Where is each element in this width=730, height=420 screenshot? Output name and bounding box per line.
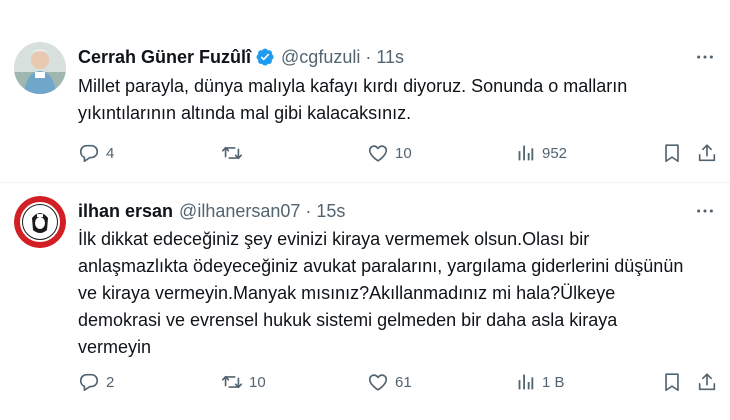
share-icon [698,144,716,162]
tweet-actions: 2 10 61 1 B [78,370,718,394]
more-icon[interactable] [694,46,716,68]
tweet-text-line: Millet parayla, dünya malıyla kafayı kır… [78,76,628,96]
author-handle[interactable]: @ilhanersan07 [179,201,300,222]
reply-icon [79,144,99,163]
timestamp[interactable]: 11s [376,47,404,68]
like-count: 61 [395,373,412,391]
bookmark-button[interactable] [661,141,683,165]
views-button[interactable]: 1 B [514,370,565,394]
avatar-image [14,196,66,248]
reply-icon [79,373,99,392]
reply-count: 2 [106,373,115,391]
bookmark-icon [665,373,679,392]
views-icon [518,145,534,161]
avatar[interactable] [14,42,66,94]
separator-dot: · [365,46,372,67]
tweet-text-line: demokrasi ve evrensel hukuk sistemi gelm… [78,310,618,330]
reply-button[interactable]: 2 [78,370,114,394]
tweet-text-line: anlaşmazlıkta ödeyeceğiniz avukat parala… [78,256,684,276]
like-count: 10 [395,144,412,162]
bookmark-icon [665,144,679,163]
views-count: 1 B [542,373,565,391]
tweet-text-line: yıkıntılarının altında mal gibi kalacaks… [78,103,412,123]
share-icon [698,373,716,391]
tweet-text: İlk dikkat edeceğiniz şey evinizi kiraya… [78,226,718,361]
retweet-button[interactable] [221,141,249,165]
tweet-header: Cerrah Güner Fuzûlî @cgfuzuli · 11s [78,44,404,70]
retweet-icon [222,146,242,160]
like-icon [368,145,388,162]
tweet-text: Millet parayla, dünya malıyla kafayı kır… [78,73,718,127]
verified-badge-icon [255,47,275,67]
share-button[interactable] [696,141,718,165]
tweet[interactable]: ilhan ersan @ilhanersan07 · 15s İlk dikk… [0,184,730,420]
like-button[interactable]: 10 [367,141,412,165]
author-handle[interactable]: @cgfuzuli [281,47,360,68]
author-name[interactable]: Cerrah Güner Fuzûlî [78,47,251,68]
timestamp[interactable]: 15s [316,201,345,222]
retweet-count: 10 [249,373,266,391]
tweet-text-line: vermeyin [78,337,152,357]
views-count: 952 [542,144,568,162]
avatar-image [14,42,66,94]
tweet-text-line: ve kiraya vermeyin.Manyak mısınız?Akılla… [78,283,616,303]
more-icon[interactable] [694,200,716,222]
bookmark-button[interactable] [661,370,683,394]
share-button[interactable] [696,370,718,394]
avatar[interactable] [14,196,66,248]
retweet-button[interactable]: 10 [221,370,266,394]
reply-button[interactable]: 4 [78,141,114,165]
like-button[interactable]: 61 [367,370,412,394]
tweet-actions: 4 10 952 [78,141,718,165]
like-icon [368,374,388,391]
views-icon [518,374,534,390]
tweet-text-line: İlk dikkat edeceğiniz şey evinizi kiraya… [78,229,590,249]
retweet-icon [222,375,242,389]
separator-dot: · [305,200,312,221]
views-button[interactable]: 952 [514,141,567,165]
author-name[interactable]: ilhan ersan [78,201,173,222]
tweet-header: ilhan ersan @ilhanersan07 · 15s [78,198,345,224]
reply-count: 4 [106,144,115,162]
tweet[interactable]: Cerrah Güner Fuzûlî @cgfuzuli · 11s Mill… [0,0,730,183]
